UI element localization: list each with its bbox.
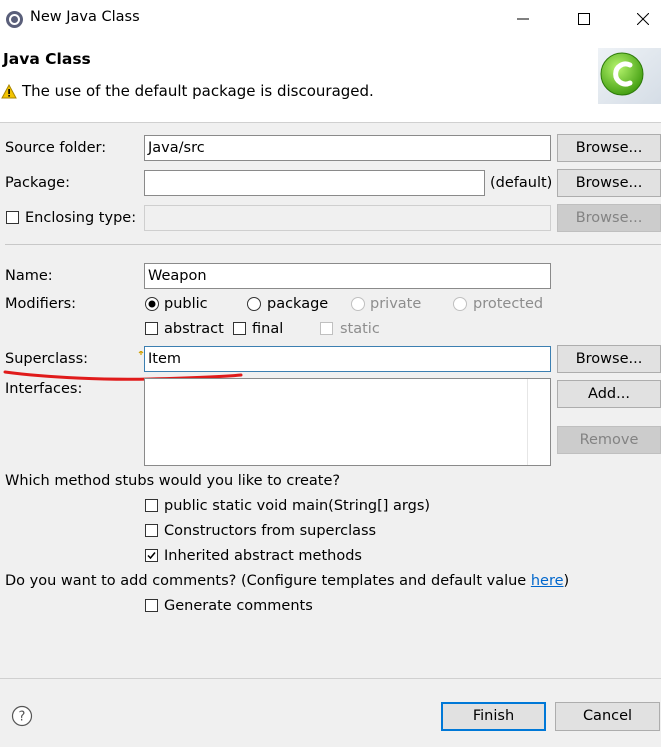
constructors-checkbox[interactable]: [145, 524, 158, 537]
maximize-icon: [578, 13, 590, 25]
svg-text:?: ?: [19, 710, 26, 725]
static-checkbox[interactable]: [320, 322, 333, 335]
close-icon: [637, 13, 649, 25]
interfaces-list[interactable]: [144, 378, 551, 466]
maximize-button[interactable]: [561, 0, 607, 38]
name-label: Name:: [5, 268, 53, 284]
interfaces-label: Interfaces:: [5, 381, 83, 397]
interfaces-remove-button[interactable]: Remove: [557, 426, 661, 454]
source-folder-label: Source folder:: [5, 140, 107, 156]
enclosing-type-browse-button[interactable]: Browse...: [557, 204, 661, 232]
wizard-header: [0, 38, 661, 123]
name-field[interactable]: Weapon: [144, 263, 551, 289]
checkmark-icon: [147, 552, 156, 560]
window-title: New Java Class: [30, 9, 140, 25]
interfaces-add-button[interactable]: Add...: [557, 380, 661, 408]
warning-icon: [1, 83, 17, 99]
package-radio[interactable]: [247, 297, 261, 311]
help-icon[interactable]: ?: [11, 705, 33, 727]
abstract-checkbox[interactable]: [145, 322, 158, 335]
final-label: final: [252, 321, 284, 337]
constructors-label: Constructors from superclass: [164, 523, 377, 539]
package-browse-button[interactable]: Browse...: [557, 169, 661, 197]
protected-radio[interactable]: [453, 297, 467, 311]
new-class-wizard-icon: [598, 48, 661, 104]
wizard-title: Java Class: [3, 50, 91, 68]
final-checkbox[interactable]: [233, 322, 246, 335]
private-label: private: [370, 296, 422, 312]
package-label: Package:: [5, 175, 70, 191]
inherited-methods-label: Inherited abstract methods: [164, 548, 362, 564]
comments-question-end: ): [563, 573, 570, 589]
method-stubs-question: Which method stubs would you like to cre…: [5, 473, 341, 489]
minimize-button[interactable]: [500, 0, 546, 38]
modifiers-label: Modifiers:: [5, 296, 77, 312]
minimize-icon: [517, 18, 529, 20]
package-modifier-label: package: [267, 296, 329, 312]
protected-label: protected: [473, 296, 544, 312]
footer-separator: [0, 678, 661, 679]
package-field[interactable]: [144, 170, 485, 196]
generate-comments-checkbox[interactable]: [145, 599, 158, 612]
private-radio[interactable]: [351, 297, 365, 311]
source-folder-field[interactable]: Java/src: [144, 135, 551, 161]
enclosing-type-checkbox[interactable]: [6, 211, 19, 224]
separator: [5, 244, 661, 245]
header-message: The use of the default package is discou…: [22, 82, 374, 100]
public-radio[interactable]: [145, 297, 159, 311]
configure-templates-link[interactable]: here: [531, 573, 564, 589]
comments-question-text: Do you want to add comments? (Configure …: [5, 573, 531, 589]
source-folder-browse-button[interactable]: Browse...: [557, 134, 661, 162]
finish-button[interactable]: Finish: [441, 702, 546, 731]
abstract-label: abstract: [164, 321, 224, 337]
public-label: public: [164, 296, 208, 312]
close-button[interactable]: [620, 0, 661, 38]
enclosing-type-label: Enclosing type:: [25, 210, 137, 226]
eclipse-app-icon: [5, 10, 24, 29]
cancel-button[interactable]: Cancel: [555, 702, 660, 731]
generate-comments-label: Generate comments: [164, 598, 313, 614]
main-method-label: public static void main(String[] args): [164, 498, 431, 514]
package-default-text: (default): [490, 175, 553, 191]
static-label: static: [340, 321, 380, 337]
inherited-methods-checkbox[interactable]: [145, 549, 158, 562]
enclosing-type-field[interactable]: [144, 205, 551, 231]
superclass-browse-button[interactable]: Browse...: [557, 345, 661, 373]
main-method-checkbox[interactable]: [145, 499, 158, 512]
comments-question: Do you want to add comments? (Configure …: [5, 573, 569, 589]
